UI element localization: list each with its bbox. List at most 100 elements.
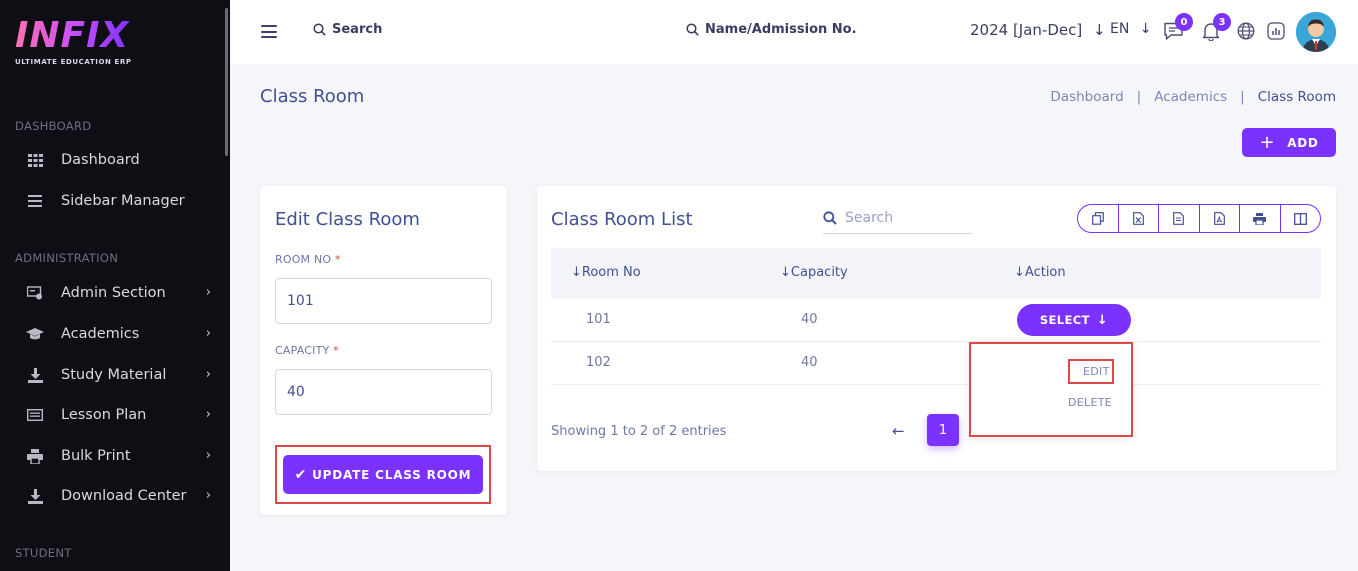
search-icon bbox=[686, 23, 699, 36]
reports-button[interactable] bbox=[1265, 20, 1287, 42]
breadcrumb-academics[interactable]: Academics bbox=[1154, 89, 1227, 105]
select-button-label: SELECT bbox=[1039, 313, 1090, 327]
chart-icon bbox=[1267, 22, 1285, 40]
table-search-input[interactable] bbox=[845, 209, 965, 226]
column-header-capacity[interactable]: ↓Capacity bbox=[780, 265, 848, 280]
download-icon bbox=[26, 487, 44, 505]
sidebar-item-label: Academics bbox=[61, 326, 140, 342]
table-header: ↓Room No ↓Capacity ↓Action bbox=[551, 248, 1321, 299]
pagination-prev-button[interactable]: ← bbox=[892, 422, 905, 440]
chevron-right-icon: › bbox=[205, 488, 211, 503]
table-row: 102 40 bbox=[551, 342, 1321, 385]
sidebar-item-sidebar-manager[interactable]: Sidebar Manager bbox=[26, 187, 216, 215]
grid-icon bbox=[26, 151, 44, 169]
room-no-label: ROOM NO * bbox=[275, 253, 341, 266]
document-icon bbox=[26, 406, 44, 424]
printer-icon bbox=[26, 447, 44, 465]
messages-button[interactable]: 0 bbox=[1162, 13, 1193, 42]
language-value: EN bbox=[1110, 21, 1130, 37]
sidebar-item-download-center[interactable]: Download Center › bbox=[26, 482, 216, 510]
column-visibility-button[interactable] bbox=[1281, 205, 1321, 232]
academic-year-select[interactable]: 2024 [Jan-Dec] ↓ bbox=[970, 21, 1106, 39]
print-button[interactable] bbox=[1240, 205, 1281, 232]
menu-toggle-icon[interactable] bbox=[261, 25, 277, 38]
update-class-room-button[interactable]: ✔ UPDATE CLASS ROOM bbox=[283, 455, 483, 494]
graduation-cap-icon bbox=[26, 325, 44, 343]
sidebar-item-academics[interactable]: Academics › bbox=[26, 320, 216, 348]
required-mark: * bbox=[333, 344, 339, 357]
capacity-input[interactable] bbox=[275, 369, 492, 415]
chevron-right-icon: › bbox=[205, 285, 211, 300]
excel-file-icon bbox=[1132, 212, 1144, 225]
language-globe-button[interactable] bbox=[1235, 20, 1257, 42]
column-header-action[interactable]: ↓Action bbox=[1014, 265, 1066, 280]
column-header-label: Capacity bbox=[790, 265, 848, 280]
highlight-box-edit bbox=[1068, 359, 1114, 384]
pagination-page-1[interactable]: 1 bbox=[927, 414, 959, 446]
chevron-right-icon: › bbox=[205, 448, 211, 463]
breadcrumb: Dashboard | Academics | Class Room bbox=[1050, 89, 1336, 105]
chevron-right-icon: › bbox=[205, 326, 211, 341]
messages-badge: 0 bbox=[1175, 13, 1193, 31]
header-search[interactable]: Search bbox=[313, 22, 382, 37]
admin-icon bbox=[26, 284, 44, 302]
section-title-student: STUDENT bbox=[15, 546, 72, 560]
excel-button[interactable] bbox=[1119, 205, 1159, 232]
user-avatar[interactable] bbox=[1296, 12, 1336, 52]
table-row: 101 40 SELECT ↓ bbox=[551, 299, 1321, 342]
breadcrumb-separator: | bbox=[1136, 89, 1142, 105]
sidebar-item-bulk-print[interactable]: Bulk Print › bbox=[26, 442, 216, 470]
student-search-label: Name/Admission No. bbox=[705, 22, 857, 37]
select-action-button[interactable]: SELECT ↓ bbox=[1017, 304, 1131, 336]
logo[interactable]: INFIX ULTIMATE EDUCATION ERP bbox=[15, 18, 132, 67]
export-button-group bbox=[1077, 204, 1321, 233]
required-mark: * bbox=[334, 253, 341, 266]
sidebar-scrollbar[interactable] bbox=[225, 8, 228, 156]
language-select[interactable]: EN ↓ bbox=[1110, 21, 1152, 37]
logo-text: INFIX bbox=[15, 18, 132, 54]
column-header-label: Room No bbox=[581, 265, 641, 280]
chevron-right-icon: › bbox=[205, 407, 211, 422]
sidebar: INFIX ULTIMATE EDUCATION ERP DASHBOARD D… bbox=[0, 0, 230, 571]
chevron-right-icon: › bbox=[205, 367, 211, 382]
search-icon bbox=[313, 23, 326, 36]
column-header-label: Action bbox=[1024, 265, 1066, 280]
copy-icon bbox=[1091, 212, 1104, 225]
arrow-down-icon: ↓ bbox=[1139, 21, 1152, 37]
download-icon bbox=[26, 366, 44, 384]
class-room-list-card: Class Room List ↓Room No ↓Capacity ↓Acti… bbox=[537, 186, 1336, 471]
header-search-label: Search bbox=[332, 22, 383, 37]
add-button[interactable]: + ADD bbox=[1242, 128, 1336, 157]
sidebar-item-lesson-plan[interactable]: Lesson Plan › bbox=[26, 401, 216, 429]
sort-arrow-icon: ↓ bbox=[1014, 265, 1025, 280]
globe-icon bbox=[1237, 22, 1255, 40]
edit-class-room-card: Edit Class Room ROOM NO * CAPACITY * ✔ U… bbox=[260, 186, 507, 515]
room-no-label-text: ROOM NO bbox=[275, 253, 332, 266]
section-title-dashboard: DASHBOARD bbox=[15, 119, 92, 133]
sidebar-item-label: Bulk Print bbox=[61, 448, 131, 464]
capacity-label: CAPACITY * bbox=[275, 344, 339, 357]
student-search[interactable]: Name/Admission No. bbox=[686, 22, 857, 37]
sidebar-item-study-material[interactable]: Study Material › bbox=[26, 361, 216, 389]
sidebar-item-dashboard[interactable]: Dashboard bbox=[26, 146, 216, 174]
pdf-button[interactable] bbox=[1200, 205, 1240, 232]
edit-card-title: Edit Class Room bbox=[275, 209, 420, 230]
sidebar-item-admin-section[interactable]: Admin Section › bbox=[26, 279, 216, 307]
csv-button[interactable] bbox=[1159, 205, 1200, 232]
notifications-badge: 3 bbox=[1213, 13, 1231, 31]
sidebar-item-label: Download Center bbox=[61, 488, 187, 504]
sidebar-item-label: Lesson Plan bbox=[61, 407, 147, 423]
cell-room-no: 102 bbox=[586, 355, 611, 370]
breadcrumb-separator: | bbox=[1240, 89, 1245, 105]
notifications-button[interactable]: 3 bbox=[1200, 13, 1231, 42]
column-header-room-no[interactable]: ↓Room No bbox=[571, 265, 641, 280]
breadcrumb-dashboard[interactable]: Dashboard bbox=[1050, 89, 1123, 105]
cell-room-no: 101 bbox=[586, 312, 611, 327]
copy-button[interactable] bbox=[1078, 205, 1119, 232]
highlight-box-dropdown bbox=[969, 342, 1133, 437]
top-header: Search Name/Admission No. 2024 [Jan-Dec]… bbox=[230, 0, 1358, 64]
page-title: Class Room bbox=[260, 86, 365, 107]
sort-arrow-icon: ↓ bbox=[571, 265, 582, 280]
room-no-input[interactable] bbox=[275, 278, 492, 324]
sort-arrow-icon: ↓ bbox=[780, 265, 791, 280]
